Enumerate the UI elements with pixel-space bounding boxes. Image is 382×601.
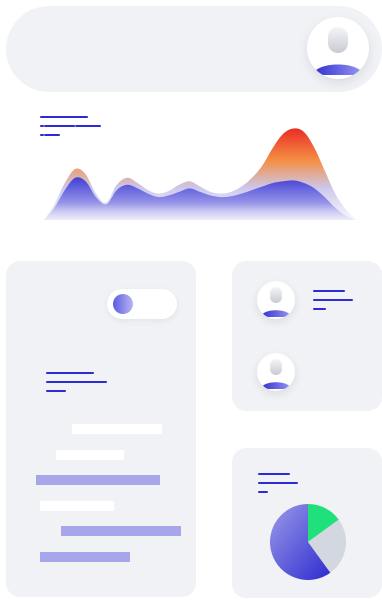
content-bar xyxy=(72,424,162,434)
contact-avatar-icon[interactable] xyxy=(257,353,295,391)
text-line xyxy=(313,299,353,301)
person-icon xyxy=(261,287,291,317)
content-bar xyxy=(61,526,181,536)
text-line xyxy=(46,390,66,392)
contacts-card xyxy=(232,261,382,411)
text-line xyxy=(258,491,268,493)
content-bar xyxy=(36,475,160,485)
user-avatar-icon[interactable] xyxy=(307,17,369,79)
area-chart xyxy=(43,122,357,220)
contact-avatar-icon[interactable] xyxy=(257,281,295,319)
text-line xyxy=(313,308,326,310)
person-icon xyxy=(261,359,291,389)
contact-text-lines xyxy=(313,290,353,312)
text-line xyxy=(258,473,290,475)
profile-text-lines xyxy=(46,372,108,394)
text-line xyxy=(46,372,94,374)
text-line xyxy=(46,381,107,383)
pie-chart xyxy=(270,504,346,580)
content-bar xyxy=(40,552,130,562)
text-line xyxy=(313,290,345,292)
toggle-knob xyxy=(113,294,133,314)
toggle-switch[interactable] xyxy=(107,289,177,319)
text-line xyxy=(258,482,298,484)
content-bar xyxy=(40,501,114,511)
content-bar xyxy=(56,450,124,460)
pie-text-lines xyxy=(258,473,298,495)
person-icon xyxy=(313,27,363,75)
